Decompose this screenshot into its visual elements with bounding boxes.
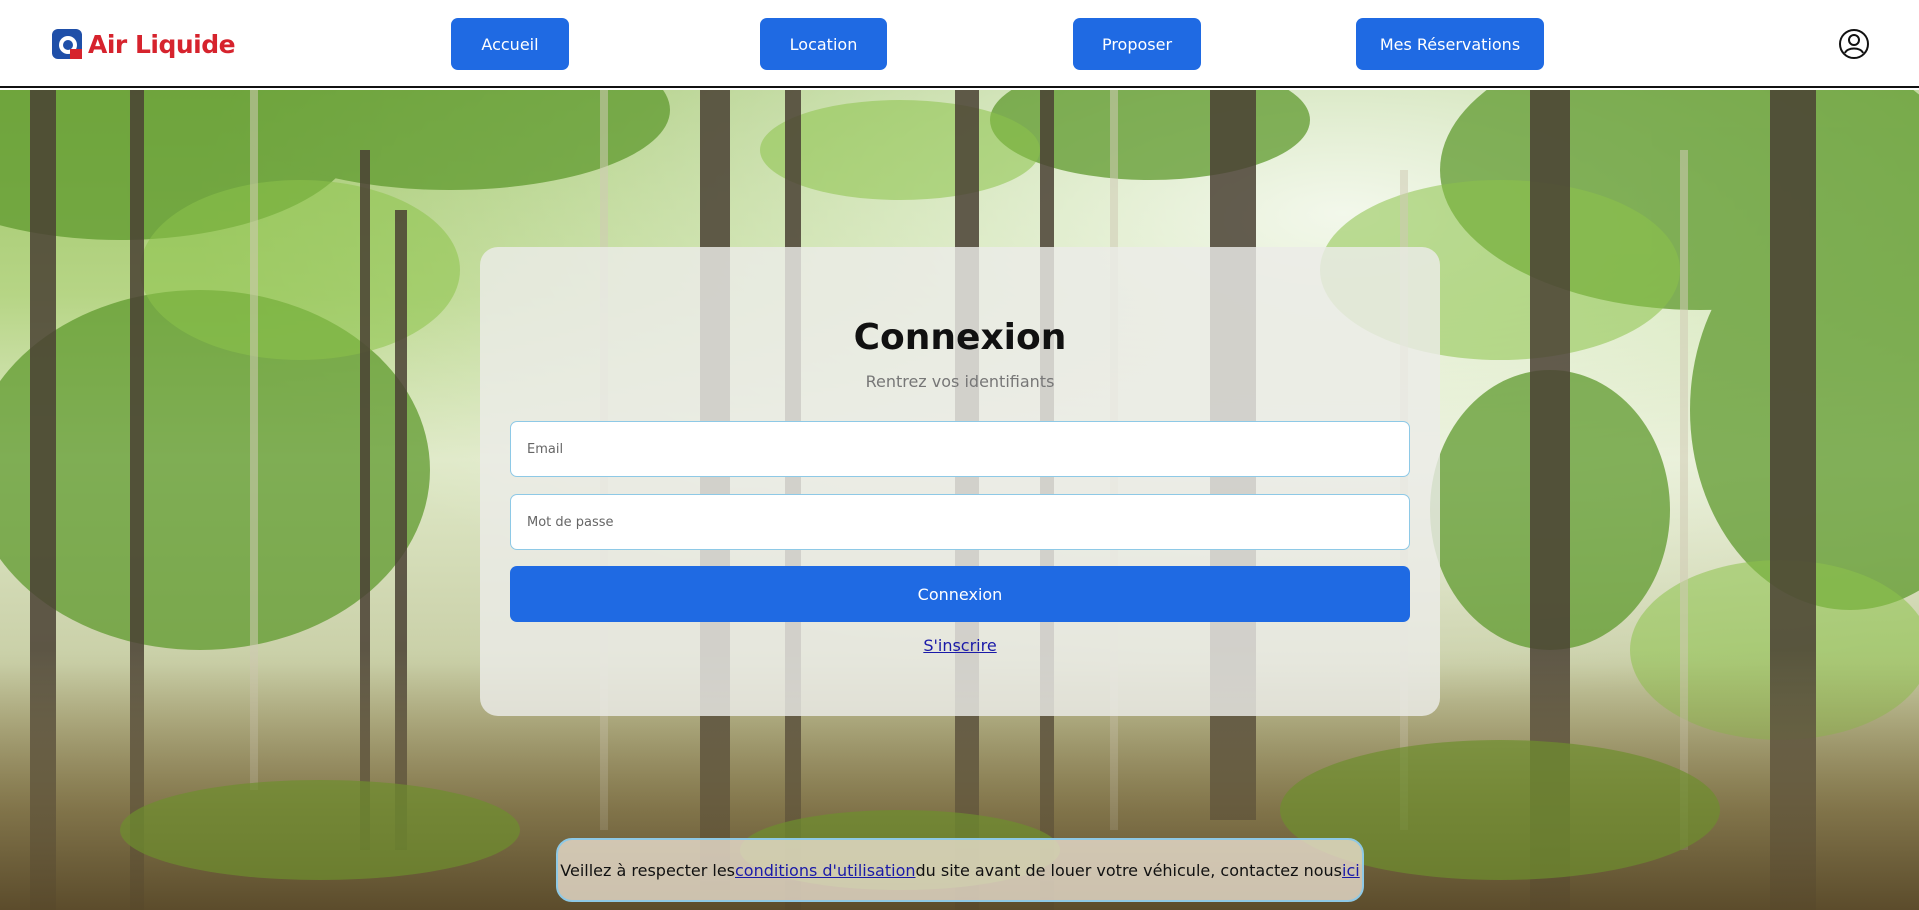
nav-proposer-button[interactable]: Proposer <box>1073 18 1201 70</box>
nav-location-button[interactable]: Location <box>760 18 887 70</box>
login-card: Connexion Rentrez vos identifiants Conne… <box>480 247 1440 716</box>
login-subtitle: Rentrez vos identifiants <box>865 372 1055 391</box>
email-input[interactable] <box>510 421 1410 477</box>
terms-notice: Veillez à respecter les conditions d'uti… <box>556 838 1364 902</box>
air-liquide-logo-mark <box>52 29 82 59</box>
contact-link[interactable]: ici <box>1342 861 1360 880</box>
signup-link-container: S'inscrire <box>480 636 1440 655</box>
top-nav-bar: Air Liquide Accueil Location Proposer Me… <box>0 0 1919 88</box>
nav-mes-reservations-button[interactable]: Mes Réservations <box>1356 18 1544 70</box>
nav-accueil-button[interactable]: Accueil <box>451 18 569 70</box>
notice-text-before: Veillez à respecter les <box>560 860 735 880</box>
notice-text-middle: du site avant de louer votre véhicule, c… <box>915 860 1343 880</box>
password-input[interactable] <box>510 494 1410 550</box>
logo-text: Air Liquide <box>88 29 236 59</box>
user-circle-icon[interactable] <box>1838 28 1870 60</box>
terms-of-use-link[interactable]: conditions d'utilisation <box>735 861 916 880</box>
login-submit-button[interactable]: Connexion <box>510 566 1410 622</box>
login-title: Connexion <box>853 317 1067 358</box>
signup-link[interactable]: S'inscrire <box>923 636 996 655</box>
air-liquide-logo[interactable]: Air Liquide <box>50 26 236 62</box>
